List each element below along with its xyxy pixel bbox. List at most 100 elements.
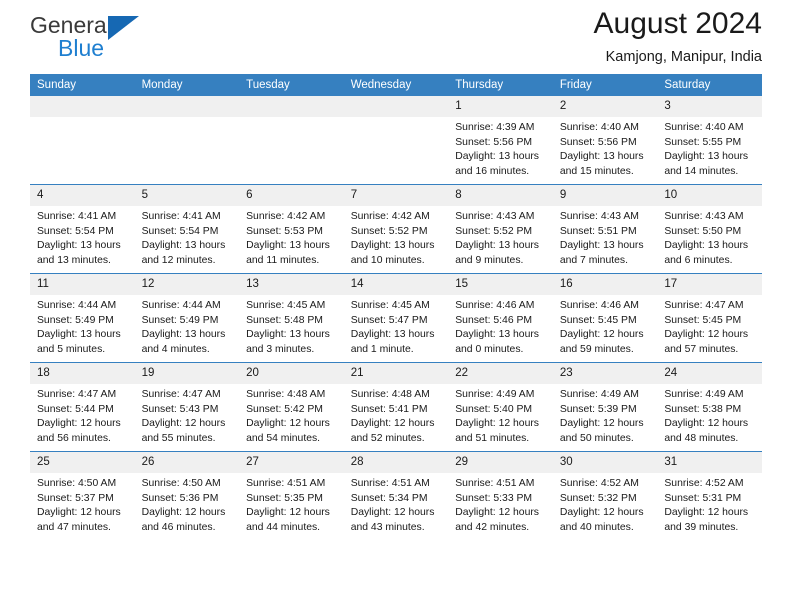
day-details: Sunrise: 4:50 AM Sunset: 5:36 PM Daylight:…	[135, 473, 240, 535]
daylight-duration-line1: Daylight: 13 hours	[246, 240, 330, 252]
day-number: 17	[657, 274, 762, 295]
calendar-day-cell[interactable]: 11 Sunrise: 4:44 AM Sunset: 5:49 PM Dayligh…	[30, 273, 135, 363]
day-details: Sunrise: 4:49 AM Sunset: 5:38 PM Daylight:…	[657, 384, 762, 446]
title-block: August 2024 Kamjong, Manipur, India	[594, 4, 762, 68]
day-number: 24	[657, 363, 762, 384]
calendar-day-cell[interactable]: 22 Sunrise: 4:49 AM Sunset: 5:40 PM Dayligh…	[448, 362, 553, 452]
calendar-day-cell[interactable]: 17 Sunrise: 4:47 AM Sunset: 5:45 PM Dayligh…	[657, 273, 762, 363]
sunset-time: Sunset: 5:52 PM	[455, 225, 533, 237]
calendar-day-cell[interactable]: 3 Sunrise: 4:40 AM Sunset: 5:55 PM Daylight…	[657, 96, 762, 185]
sunset-time: Sunset: 5:49 PM	[37, 314, 114, 326]
calendar-day-cell[interactable]: 2 Sunrise: 4:40 AM Sunset: 5:56 PM Daylight…	[552, 96, 658, 185]
calendar-day-cell[interactable]: 28 Sunrise: 4:51 AM Sunset: 5:34 PM Dayligh…	[343, 451, 449, 540]
day-number: 25	[30, 452, 135, 473]
calendar-week-row: 1 Sunrise: 4:39 AM Sunset: 5:56 PM Daylight…	[30, 96, 762, 185]
calendar-day-cell[interactable]: 26 Sunrise: 4:50 AM Sunset: 5:36 PM Dayligh…	[134, 451, 240, 540]
daylight-duration-line2: and 12 minutes.	[141, 254, 216, 266]
calendar-week-row: 4 Sunrise: 4:41 AM Sunset: 5:54 PM Daylight…	[30, 184, 762, 274]
sunset-time: Sunset: 5:37 PM	[37, 492, 114, 504]
daylight-duration-line2: and 7 minutes.	[559, 254, 628, 266]
daylight-duration-line2: and 9 minutes.	[455, 254, 524, 266]
calendar-day-cell[interactable]: 6 Sunrise: 4:42 AM Sunset: 5:53 PM Daylight…	[239, 184, 344, 274]
sunset-time: Sunset: 5:44 PM	[37, 403, 114, 415]
calendar-cell-empty	[239, 96, 344, 185]
daylight-duration-line2: and 16 minutes.	[455, 165, 530, 177]
day-details: Sunrise: 4:46 AM Sunset: 5:46 PM Daylight:…	[448, 295, 553, 357]
day-number: 2	[552, 96, 658, 117]
daylight-duration-line2: and 56 minutes.	[37, 432, 111, 444]
calendar-day-cell[interactable]: 20 Sunrise: 4:48 AM Sunset: 5:42 PM Dayligh…	[239, 362, 344, 452]
daylight-duration-line1: Daylight: 13 hours	[246, 329, 330, 341]
daylight-duration-line2: and 1 minute.	[350, 343, 414, 355]
calendar-day-cell[interactable]: 4 Sunrise: 4:41 AM Sunset: 5:54 PM Daylight…	[30, 184, 135, 274]
day-number: 9	[552, 185, 658, 206]
weekday-header-sunday: Sunday	[30, 74, 135, 96]
daylight-duration-line2: and 43 minutes.	[350, 521, 425, 533]
calendar-day-cell[interactable]: 9 Sunrise: 4:43 AM Sunset: 5:51 PM Daylight…	[552, 184, 658, 274]
calendar-day-cell[interactable]: 31 Sunrise: 4:52 AM Sunset: 5:31 PM Dayligh…	[657, 451, 762, 540]
daylight-duration-line1: Daylight: 12 hours	[559, 418, 644, 430]
calendar-day-cell[interactable]: 24 Sunrise: 4:49 AM Sunset: 5:38 PM Dayligh…	[657, 362, 762, 452]
daylight-duration-line2: and 59 minutes.	[559, 343, 634, 355]
sunrise-time: Sunrise: 4:49 AM	[559, 389, 639, 400]
calendar-cell-empty	[134, 96, 240, 185]
sunrise-time: Sunrise: 4:47 AM	[37, 389, 117, 400]
daylight-duration-line1: Daylight: 13 hours	[455, 151, 539, 163]
sunrise-time: Sunrise: 4:43 AM	[664, 211, 744, 222]
calendar-day-cell[interactable]: 19 Sunrise: 4:47 AM Sunset: 5:43 PM Dayligh…	[134, 362, 240, 452]
calendar-day-cell[interactable]: 27 Sunrise: 4:51 AM Sunset: 5:35 PM Dayligh…	[239, 451, 344, 540]
calendar-day-cell[interactable]: 12 Sunrise: 4:44 AM Sunset: 5:49 PM Dayligh…	[134, 273, 240, 363]
calendar-day-cell[interactable]: 30 Sunrise: 4:52 AM Sunset: 5:32 PM Dayligh…	[552, 451, 658, 540]
sunset-time: Sunset: 5:55 PM	[664, 136, 742, 148]
calendar-day-cell[interactable]: 13 Sunrise: 4:45 AM Sunset: 5:48 PM Dayligh…	[239, 273, 344, 363]
day-details: Sunrise: 4:44 AM Sunset: 5:49 PM Daylight:…	[30, 295, 135, 357]
location-subtitle: Kamjong, Manipur, India	[605, 49, 762, 65]
sunrise-time: Sunrise: 4:49 AM	[664, 389, 744, 400]
day-details: Sunrise: 4:40 AM Sunset: 5:56 PM Daylight:…	[553, 117, 658, 179]
day-number	[343, 96, 449, 117]
calendar-day-cell[interactable]: 10 Sunrise: 4:43 AM Sunset: 5:50 PM Dayligh…	[657, 184, 762, 274]
daylight-duration-line1: Daylight: 13 hours	[141, 240, 226, 252]
day-details: Sunrise: 4:47 AM Sunset: 5:45 PM Daylight:…	[657, 295, 762, 357]
day-number: 6	[239, 185, 344, 206]
day-number: 20	[239, 363, 344, 384]
calendar-day-cell[interactable]: 15 Sunrise: 4:46 AM Sunset: 5:46 PM Dayligh…	[448, 273, 553, 363]
sunset-time: Sunset: 5:31 PM	[664, 492, 742, 504]
daylight-duration-line2: and 10 minutes.	[350, 254, 425, 266]
daylight-duration-line2: and 47 minutes.	[37, 521, 111, 533]
calendar-day-cell[interactable]: 23 Sunrise: 4:49 AM Sunset: 5:39 PM Dayligh…	[552, 362, 658, 452]
calendar-day-cell[interactable]: 7 Sunrise: 4:42 AM Sunset: 5:52 PM Daylight…	[343, 184, 449, 274]
day-details: Sunrise: 4:43 AM Sunset: 5:50 PM Daylight:…	[657, 206, 762, 268]
calendar-day-cell[interactable]: 25 Sunrise: 4:50 AM Sunset: 5:37 PM Dayligh…	[30, 451, 135, 540]
daylight-duration-line2: and 39 minutes.	[664, 521, 739, 533]
calendar-day-cell[interactable]: 5 Sunrise: 4:41 AM Sunset: 5:54 PM Daylight…	[134, 184, 240, 274]
page-title: August 2024	[593, 7, 762, 40]
calendar-day-cell[interactable]: 18 Sunrise: 4:47 AM Sunset: 5:44 PM Dayligh…	[30, 362, 135, 452]
day-number: 22	[448, 363, 553, 384]
day-details: Sunrise: 4:49 AM Sunset: 5:40 PM Daylight:…	[448, 384, 553, 446]
calendar-day-cell[interactable]: 21 Sunrise: 4:48 AM Sunset: 5:41 PM Dayligh…	[343, 362, 449, 452]
daylight-duration-line2: and 46 minutes.	[141, 521, 216, 533]
calendar-day-cell[interactable]: 29 Sunrise: 4:51 AM Sunset: 5:33 PM Dayligh…	[448, 451, 553, 540]
daylight-duration-line1: Daylight: 12 hours	[664, 329, 749, 341]
day-details: Sunrise: 4:43 AM Sunset: 5:51 PM Daylight:…	[553, 206, 658, 268]
sunrise-time: Sunrise: 4:41 AM	[141, 211, 221, 222]
sunrise-time: Sunrise: 4:48 AM	[350, 389, 430, 400]
sunset-time: Sunset: 5:54 PM	[141, 225, 219, 237]
day-number: 16	[552, 274, 658, 295]
calendar-day-cell[interactable]: 14 Sunrise: 4:45 AM Sunset: 5:47 PM Dayligh…	[343, 273, 449, 363]
day-details: Sunrise: 4:48 AM Sunset: 5:41 PM Daylight:…	[344, 384, 449, 446]
sunrise-time: Sunrise: 4:47 AM	[664, 300, 744, 311]
sunrise-time: Sunrise: 4:44 AM	[37, 300, 117, 311]
brand-logo[interactable]: General Blue	[30, 12, 160, 68]
calendar-day-cell[interactable]: 8 Sunrise: 4:43 AM Sunset: 5:52 PM Daylight…	[448, 184, 553, 274]
calendar-day-cell[interactable]: 16 Sunrise: 4:46 AM Sunset: 5:45 PM Dayligh…	[552, 273, 658, 363]
day-details: Sunrise: 4:42 AM Sunset: 5:53 PM Daylight:…	[239, 206, 344, 268]
day-details: Sunrise: 4:48 AM Sunset: 5:42 PM Daylight:…	[239, 384, 344, 446]
sunset-time: Sunset: 5:34 PM	[350, 492, 428, 504]
daylight-duration-line1: Daylight: 12 hours	[246, 418, 330, 430]
sunrise-time: Sunrise: 4:40 AM	[559, 122, 639, 133]
sunset-time: Sunset: 5:39 PM	[559, 403, 637, 415]
sunset-time: Sunset: 5:41 PM	[350, 403, 428, 415]
calendar-day-cell[interactable]: 1 Sunrise: 4:39 AM Sunset: 5:56 PM Daylight…	[448, 96, 553, 185]
